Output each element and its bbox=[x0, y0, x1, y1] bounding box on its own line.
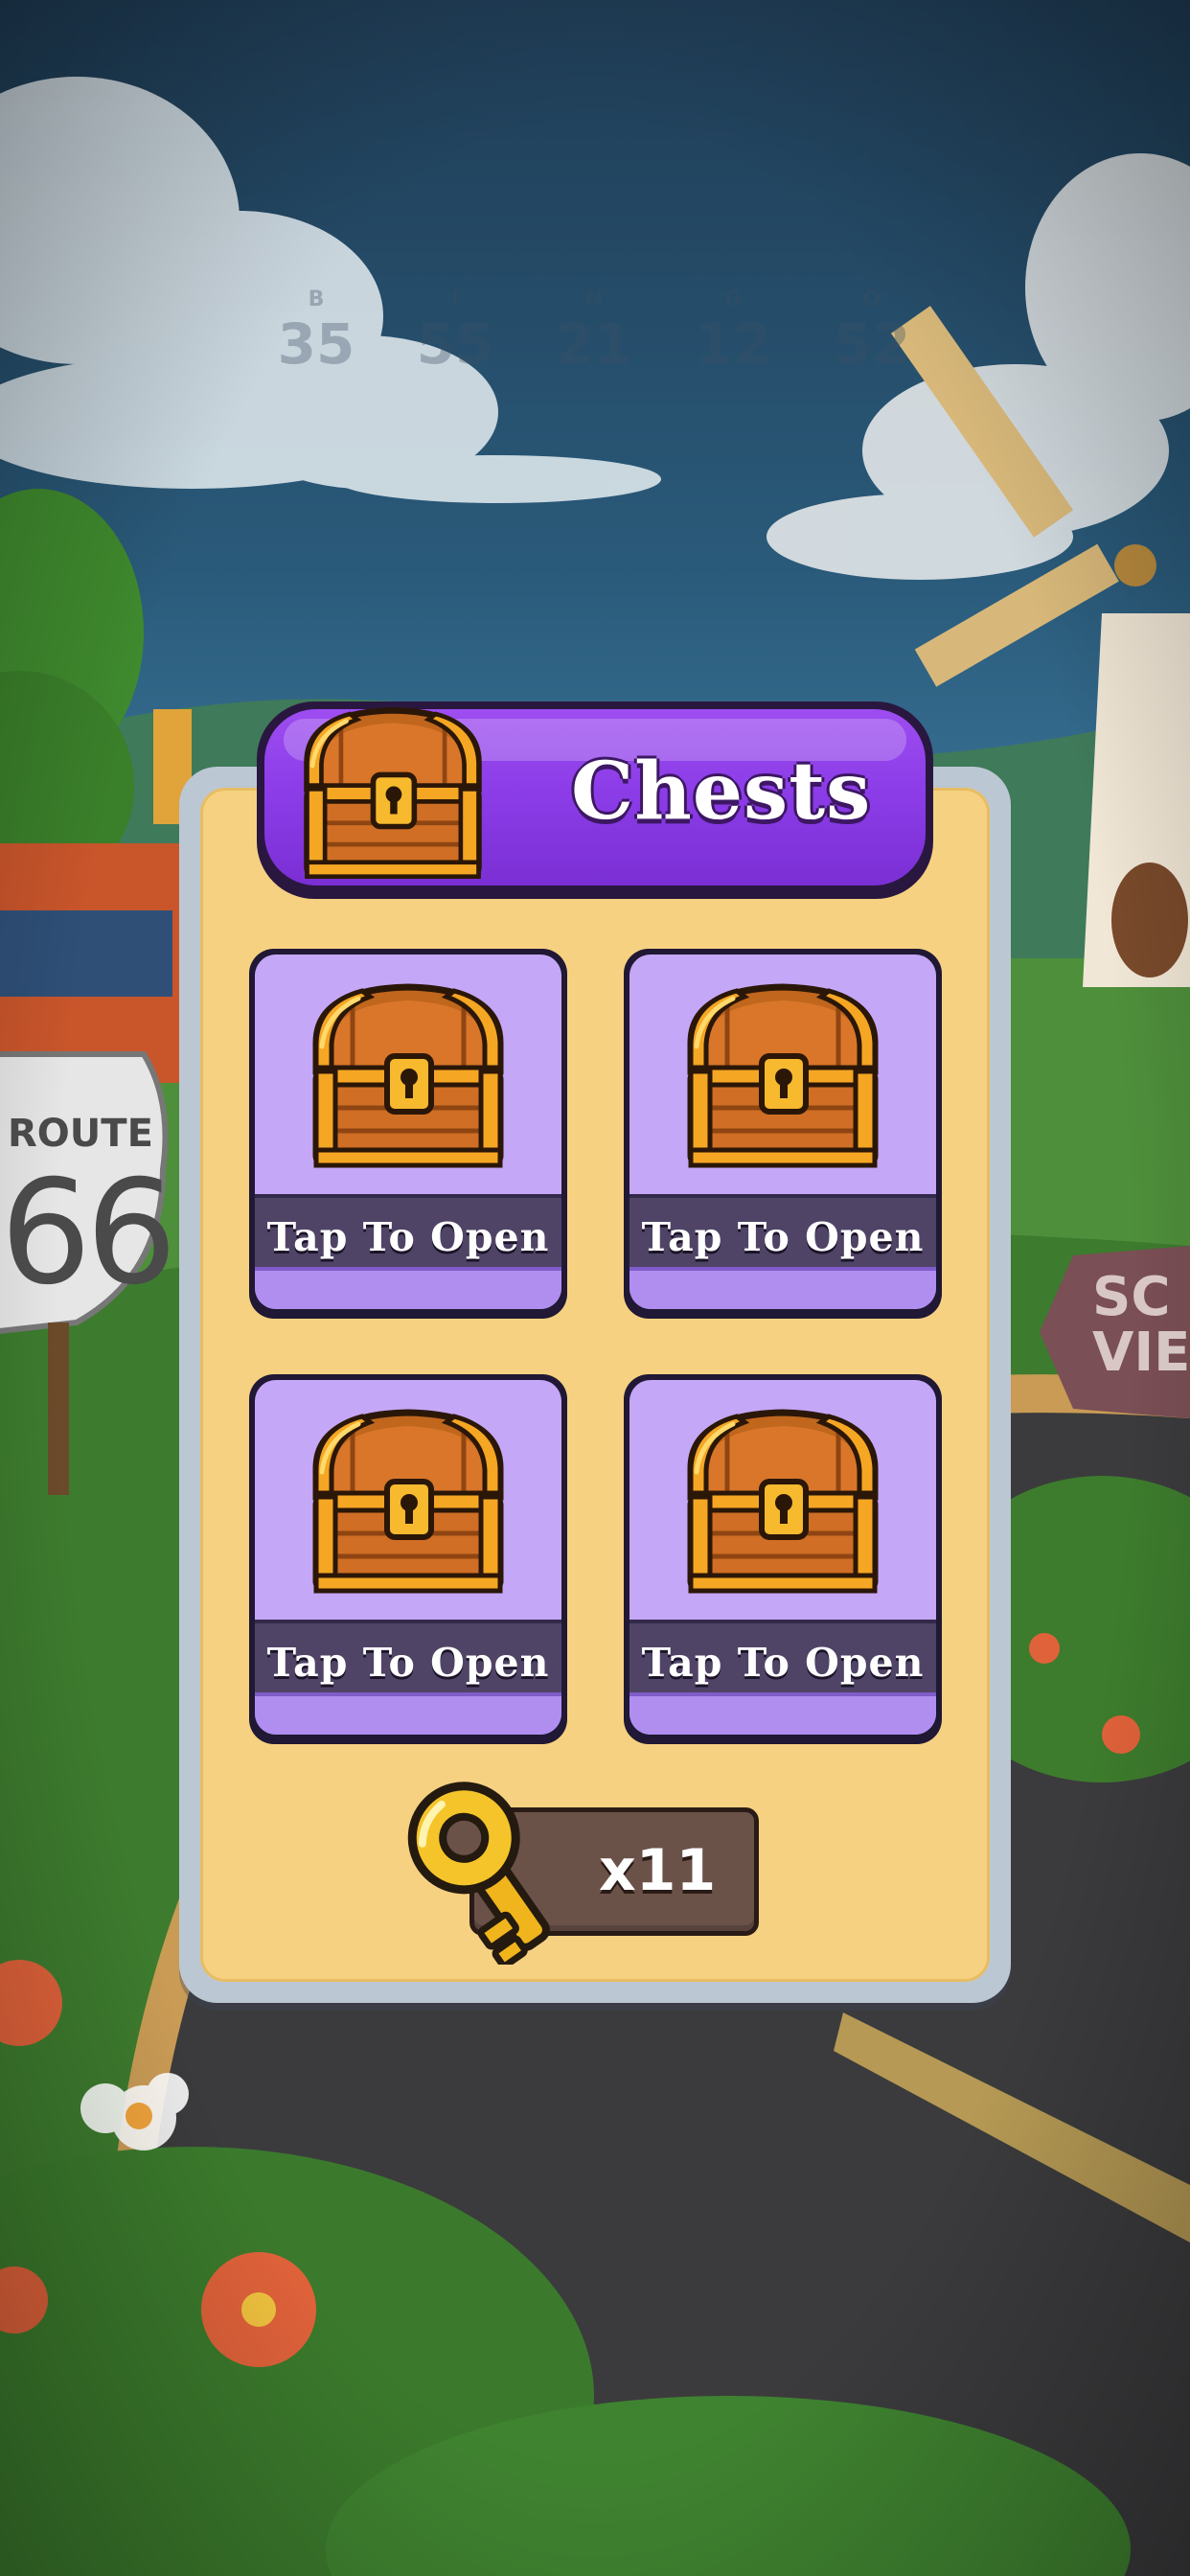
banner-chest-icon bbox=[287, 698, 498, 889]
bingo-number: G 12 bbox=[694, 288, 772, 377]
treasure-chest-icon bbox=[670, 976, 896, 1177]
chest-card-label: Tap To Open bbox=[641, 1214, 925, 1260]
chest-card-4[interactable]: Tap To Open bbox=[624, 1374, 942, 1744]
treasure-chest-icon bbox=[670, 1401, 896, 1602]
card-bottom-strip bbox=[255, 1692, 561, 1735]
key-count: x11 bbox=[599, 1837, 717, 1904]
chest-card-body: Tap To Open bbox=[255, 954, 561, 1309]
chest-card-3[interactable]: Tap To Open bbox=[249, 1374, 567, 1744]
chest-card-label: Tap To Open bbox=[266, 1214, 550, 1260]
card-bottom-strip bbox=[255, 1267, 561, 1309]
chest-card-2[interactable]: Tap To Open bbox=[624, 949, 942, 1319]
treasure-chest-icon bbox=[295, 1401, 521, 1602]
chest-card-label: Tap To Open bbox=[266, 1640, 550, 1686]
bingo-number: B 35 bbox=[277, 288, 355, 377]
treasure-chest-icon bbox=[295, 976, 521, 1177]
key-icon bbox=[407, 1782, 550, 1965]
chest-card-body: Tap To Open bbox=[255, 1380, 561, 1735]
chest-card-1[interactable]: Tap To Open bbox=[249, 949, 567, 1319]
background-bingo-numbers: B 35 I 55 N 21 G 12 O 52 bbox=[259, 288, 929, 377]
card-bottom-strip bbox=[629, 1267, 936, 1309]
card-bottom-strip bbox=[629, 1692, 936, 1735]
route-sign-number: 66 bbox=[0, 1150, 177, 1317]
bingo-number: O 52 bbox=[833, 288, 911, 377]
bingo-number: N 21 bbox=[555, 288, 633, 377]
page-title: Chests bbox=[571, 746, 872, 838]
chest-card-body: Tap To Open bbox=[629, 1380, 936, 1735]
chest-card-body: Tap To Open bbox=[629, 954, 936, 1309]
bingo-number: I 55 bbox=[416, 288, 494, 377]
chest-card-label: Tap To Open bbox=[641, 1640, 925, 1686]
scenic-view-sign: SC VIEW bbox=[1092, 1266, 1190, 1384]
